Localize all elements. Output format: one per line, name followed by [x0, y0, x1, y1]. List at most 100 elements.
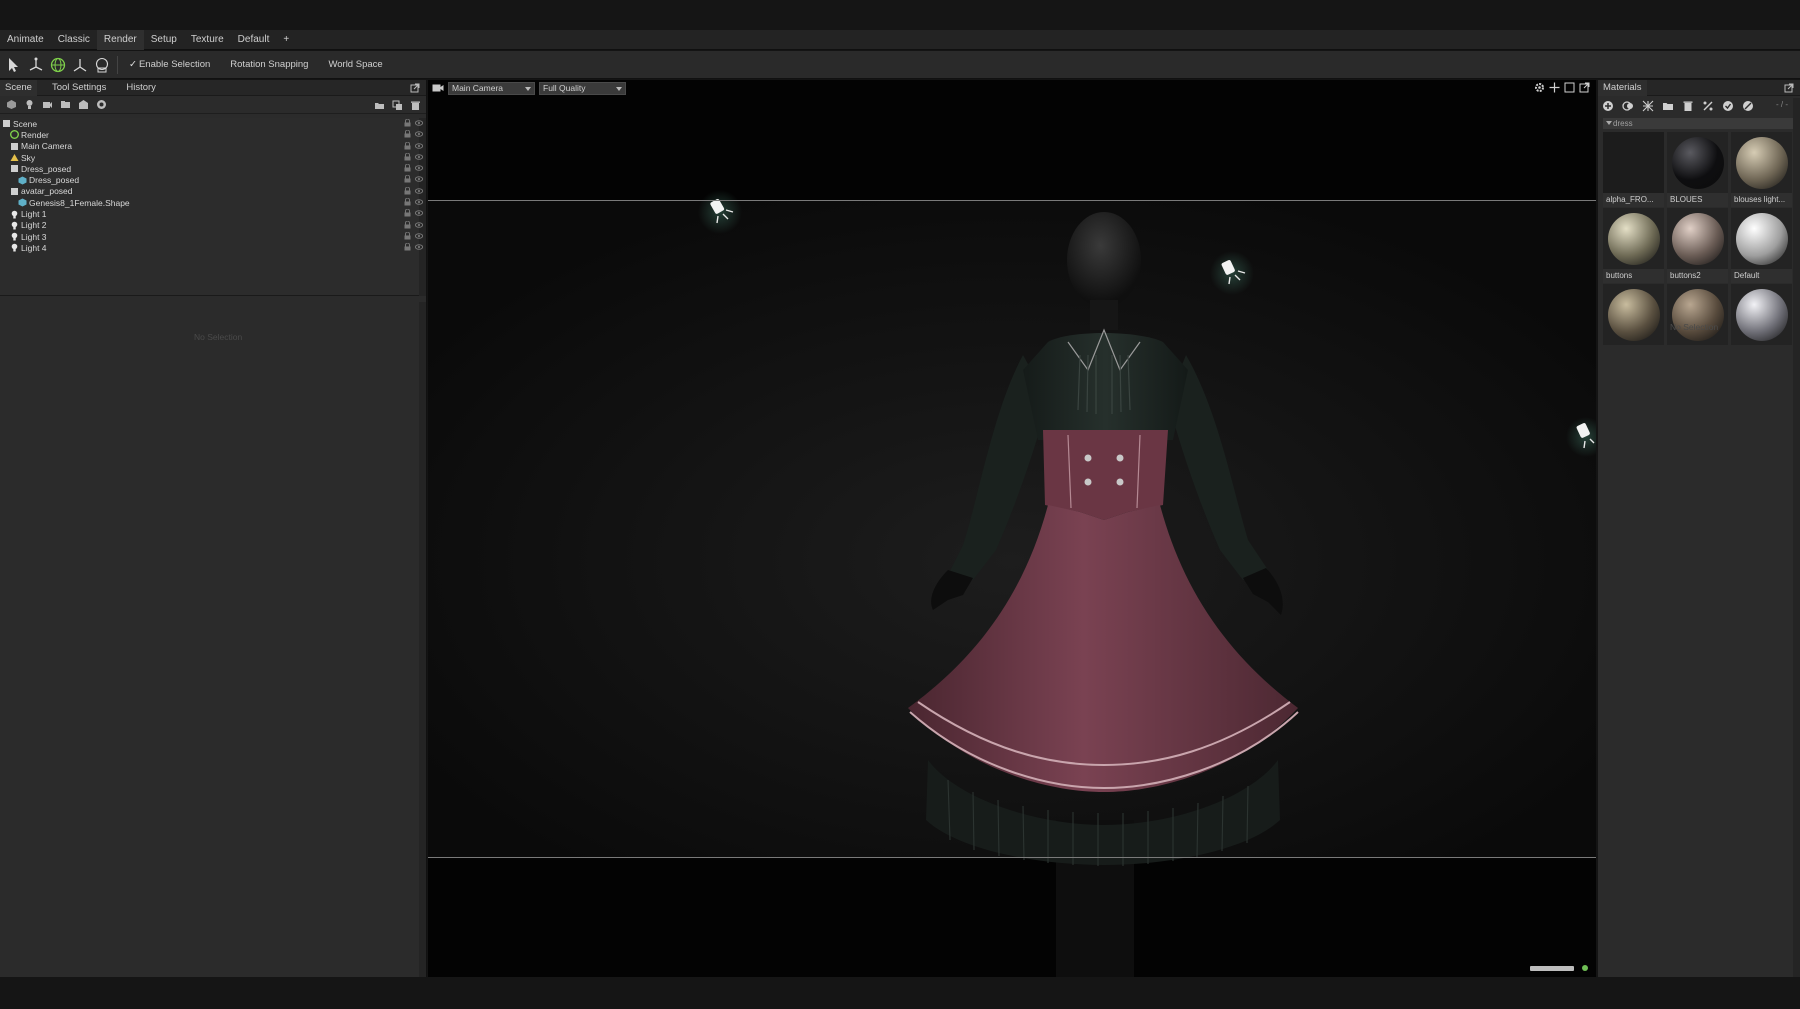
visibility-eye-icon[interactable] — [414, 142, 424, 150]
copy-material-icon[interactable] — [1620, 99, 1636, 113]
block-material-icon[interactable] — [1740, 99, 1756, 113]
lock-icon[interactable] — [404, 152, 411, 161]
add-prefab-icon[interactable] — [74, 98, 92, 112]
material-sphere — [1671, 212, 1724, 265]
light-gizmo-2[interactable] — [1210, 251, 1254, 295]
folder-icon[interactable] — [370, 98, 388, 112]
material-swatch[interactable]: alpha_FRO... — [1603, 132, 1664, 207]
add-environment-icon[interactable] — [92, 98, 110, 112]
properties-scrollbar[interactable] — [419, 302, 426, 977]
lock-icon[interactable] — [404, 118, 411, 127]
lock-icon[interactable] — [404, 208, 411, 217]
materials-scrollbar[interactable] — [1793, 98, 1800, 977]
add-group-icon[interactable] — [56, 98, 74, 112]
visibility-eye-icon[interactable] — [414, 175, 424, 183]
material-swatch[interactable]: BLOUES — [1667, 132, 1728, 207]
scale-gizmo-icon[interactable] — [92, 54, 112, 76]
material-swatch[interactable] — [1667, 284, 1728, 345]
menu-default[interactable]: Default — [231, 30, 277, 50]
visibility-eye-icon[interactable] — [414, 119, 424, 127]
popout-icon[interactable] — [410, 83, 420, 93]
tab-history[interactable]: History — [121, 80, 161, 96]
popout-icon[interactable] — [1579, 82, 1590, 93]
move-gizmo-icon[interactable] — [26, 54, 46, 76]
light-gizmo-1[interactable] — [698, 190, 742, 234]
scene-tree-item[interactable]: Render — [0, 129, 426, 140]
add-workspace-button[interactable]: + — [276, 30, 296, 50]
visibility-eye-icon[interactable] — [414, 164, 424, 172]
render-status — [1530, 965, 1588, 971]
menu-animate[interactable]: Animate — [0, 30, 51, 50]
rotate-gizmo-icon[interactable] — [48, 54, 68, 76]
visibility-eye-icon[interactable] — [414, 153, 424, 161]
enable-selection-toggle[interactable]: ✓ Enable Selection — [129, 59, 210, 70]
lock-icon[interactable] — [404, 186, 411, 195]
scene-tree-item[interactable]: Dress_posed — [0, 163, 426, 174]
add-material-icon[interactable] — [1600, 99, 1616, 113]
lock-icon[interactable] — [404, 220, 411, 229]
rotation-snapping-toggle[interactable]: Rotation Snapping — [230, 59, 308, 70]
row-controls — [404, 220, 424, 229]
scene-tree-item[interactable]: Scene — [0, 118, 426, 129]
gear-icon[interactable] — [1534, 82, 1545, 93]
lock-icon[interactable] — [404, 141, 411, 150]
select-arrow-icon[interactable] — [4, 54, 24, 76]
render-viewport[interactable]: Main Camera Full Quality — [428, 80, 1596, 977]
visibility-eye-icon[interactable] — [414, 232, 424, 240]
lock-icon[interactable] — [404, 231, 411, 240]
move-view-icon[interactable] — [1549, 82, 1560, 93]
visibility-eye-icon[interactable] — [414, 243, 424, 251]
scene-tree-item[interactable]: Genesis8_1Female.Shape — [0, 197, 426, 208]
trash-icon[interactable] — [406, 98, 424, 112]
lock-icon[interactable] — [404, 129, 411, 138]
add-camera-icon[interactable] — [38, 98, 56, 112]
maximize-icon[interactable] — [1564, 82, 1575, 93]
material-swatch[interactable] — [1603, 284, 1664, 345]
scene-tree-item[interactable]: Light 1 — [0, 208, 426, 219]
menu-classic[interactable]: Classic — [51, 30, 97, 50]
scene-tree-item[interactable]: Dress_posed — [0, 174, 426, 185]
world-space-toggle[interactable]: World Space — [328, 59, 382, 70]
pattern-icon[interactable] — [1640, 99, 1656, 113]
camera-select[interactable]: Main Camera — [448, 81, 535, 95]
lock-icon[interactable] — [404, 175, 411, 183]
visibility-eye-icon[interactable] — [414, 209, 424, 217]
material-trash-icon[interactable] — [1680, 99, 1696, 113]
menu-render[interactable]: Render — [96, 29, 144, 50]
tab-scene[interactable]: Scene — [0, 79, 37, 96]
scene-tree-item[interactable]: Sky — [0, 152, 426, 163]
material-folder-icon[interactable] — [1660, 99, 1676, 113]
lock-icon[interactable] — [404, 242, 411, 251]
material-swatch[interactable]: buttons2 — [1667, 208, 1728, 283]
visibility-eye-icon[interactable] — [414, 198, 424, 206]
material-group-header[interactable]: dress — [1603, 118, 1793, 129]
scene-tree-item[interactable]: Light 4 — [0, 242, 426, 253]
material-swatch[interactable] — [1731, 284, 1792, 345]
lock-icon[interactable] — [404, 163, 411, 172]
transform-axis-icon[interactable] — [70, 54, 90, 76]
material-swatch[interactable]: blouses light... — [1731, 132, 1792, 207]
visibility-eye-icon[interactable] — [414, 187, 424, 195]
menu-texture[interactable]: Texture — [184, 30, 231, 50]
lock-icon[interactable] — [404, 197, 411, 206]
menu-setup[interactable]: Setup — [144, 30, 184, 50]
material-page-nav[interactable]: - / - — [1776, 100, 1788, 109]
scene-tree-item[interactable]: avatar_posed — [0, 186, 426, 197]
viewport-camera-icon[interactable] — [432, 83, 444, 93]
scene-tree-item[interactable]: Light 3 — [0, 231, 426, 242]
check-material-icon[interactable] — [1720, 99, 1736, 113]
popout-icon[interactable] — [1784, 83, 1794, 93]
material-swatch[interactable]: Default — [1731, 208, 1792, 283]
quality-select[interactable]: Full Quality — [539, 81, 626, 95]
scene-tree-item[interactable]: Light 2 — [0, 220, 426, 231]
material-swatch[interactable]: buttons — [1603, 208, 1664, 283]
tab-tool-settings[interactable]: Tool Settings — [47, 80, 111, 96]
tab-materials[interactable]: Materials — [1598, 79, 1647, 96]
visibility-eye-icon[interactable] — [414, 130, 424, 138]
scene-tree-item[interactable]: Main Camera — [0, 141, 426, 152]
link-material-icon[interactable] — [1700, 99, 1716, 113]
add-object-icon[interactable] — [2, 98, 20, 112]
duplicate-icon[interactable] — [388, 98, 406, 112]
visibility-eye-icon[interactable] — [414, 221, 424, 229]
add-light-icon[interactable] — [20, 98, 38, 112]
